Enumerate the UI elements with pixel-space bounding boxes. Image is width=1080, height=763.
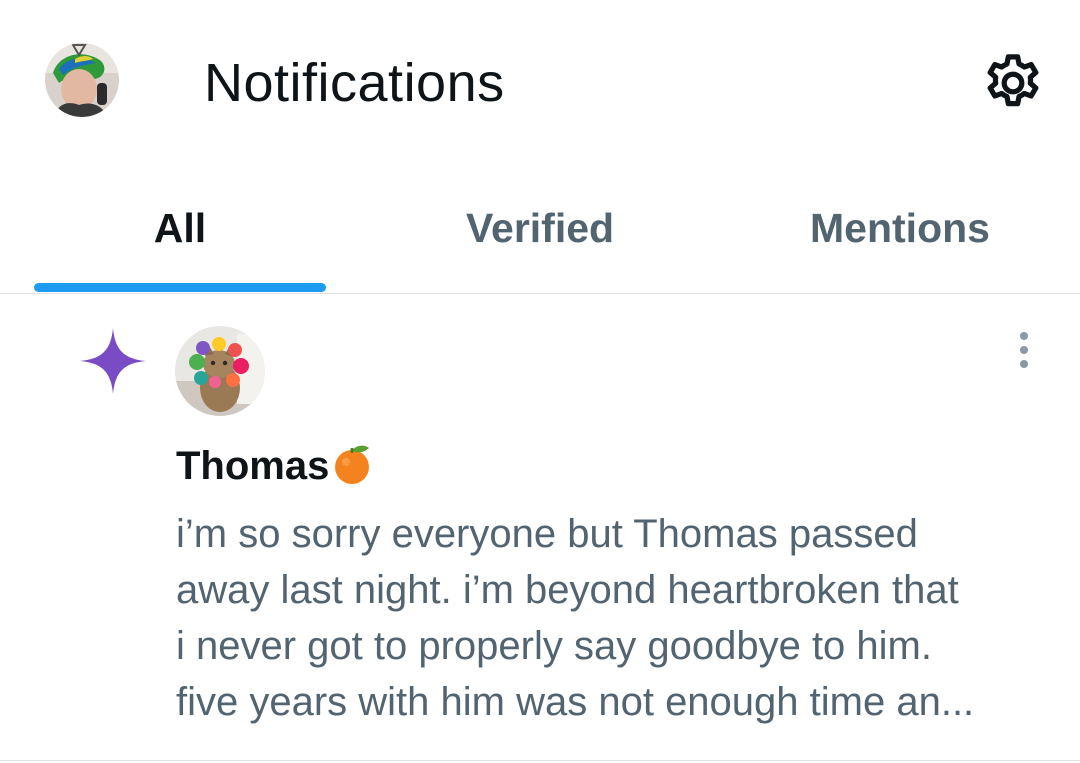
settings-button[interactable]: [980, 50, 1046, 116]
notification-item[interactable]: Thomas i’m so sorry everyone but Thomas …: [0, 294, 1080, 760]
tab-verified[interactable]: Verified: [360, 165, 720, 293]
author-avatar-image: [175, 326, 265, 416]
tangerine-emoji-icon: [331, 443, 373, 485]
tab-all[interactable]: All: [0, 165, 360, 293]
tab-mentions[interactable]: Mentions: [720, 165, 1080, 293]
user-avatar[interactable]: [45, 43, 119, 117]
author-name[interactable]: Thomas: [176, 442, 373, 490]
user-avatar-image: [45, 43, 119, 117]
tab-mentions-label: Mentions: [810, 205, 990, 251]
post-text-line: five years with him was not enough time …: [176, 680, 975, 724]
notification-post-text: i’m so sorry everyone but Thomas passed …: [176, 506, 1046, 730]
top-app-bar: Notifications: [0, 0, 1080, 165]
author-avatar[interactable]: [175, 326, 265, 416]
tab-verified-label: Verified: [465, 205, 615, 251]
tab-all-label: All: [153, 205, 207, 251]
post-text-line: i’m so sorry everyone but Thomas passed: [176, 512, 918, 556]
notification-tabs: All Verified Mentions: [0, 165, 1080, 293]
more-vertical-icon: [1020, 332, 1028, 368]
gear-icon: [987, 54, 1039, 107]
notification-divider: [0, 760, 1080, 761]
author-name-text: Thomas: [176, 444, 330, 488]
more-options-button[interactable]: [1002, 328, 1046, 372]
active-tab-indicator: [34, 283, 326, 292]
page-title: Notifications: [204, 53, 505, 113]
sparkle-icon: [80, 328, 146, 394]
post-text-line: i never got to properly say goodbye to h…: [176, 624, 932, 668]
post-text-line: away last night. i’m beyond heartbroken …: [176, 568, 959, 612]
